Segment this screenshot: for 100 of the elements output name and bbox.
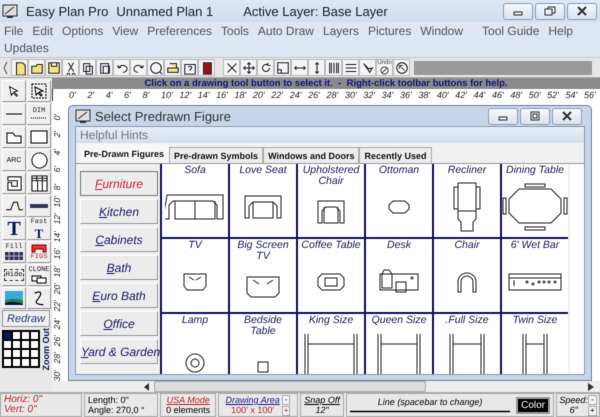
copy-button[interactable] (79, 59, 96, 76)
decrease-button[interactable]: - (282, 394, 290, 404)
close-button[interactable] (567, 2, 597, 20)
line-sample-icon (350, 410, 510, 413)
menu-item[interactable]: Auto Draw (258, 24, 314, 38)
lines-button[interactable] (342, 59, 359, 76)
category-button[interactable]: Bath (80, 255, 158, 280)
menu-item[interactable]: Preferences (147, 24, 212, 38)
rotate-button[interactable] (257, 59, 274, 76)
figure-cell[interactable]: Love Seat (230, 164, 296, 237)
figure-cell[interactable]: Upholstered Chair (298, 164, 364, 237)
figure-cell[interactable]: Lamp (162, 314, 228, 374)
increase-button[interactable]: + (282, 406, 290, 416)
minimize-button[interactable] (488, 108, 518, 124)
category-button[interactable]: Yard & Garden (80, 339, 158, 364)
cabinet-tool[interactable] (27, 172, 51, 194)
vertical-arrow-button[interactable] (308, 59, 325, 76)
helpful-hints-menu[interactable]: Helpful Hints (80, 128, 148, 142)
figure-cell[interactable]: Desk (366, 239, 432, 312)
figure-cell[interactable]: 6' Wet Bar (502, 239, 568, 312)
category-button[interactable]: Cabinets (80, 227, 158, 252)
folder-button[interactable] (28, 59, 45, 76)
decrease-button[interactable]: - (588, 394, 597, 404)
tab[interactable]: Windows and Doors (263, 147, 360, 163)
circle-tool[interactable] (27, 149, 51, 171)
horizontal-arrow-button[interactable] (291, 59, 308, 76)
menu-item[interactable]: Window (420, 24, 464, 38)
figure-cell[interactable]: Coffee Table (298, 239, 364, 312)
color-button[interactable]: Color (516, 396, 550, 414)
increase-button[interactable]: + (588, 406, 597, 416)
menu-item[interactable]: Tool Guide (482, 24, 540, 38)
figure-cell[interactable]: Queen Size (366, 314, 432, 374)
redo-button[interactable] (130, 59, 147, 76)
chevron-icon[interactable] (3, 60, 8, 74)
undo-button[interactable] (113, 59, 130, 76)
polygon-tool[interactable] (2, 126, 26, 148)
scroll-thumb[interactable] (154, 381, 426, 392)
paste-button[interactable] (96, 59, 113, 76)
redraw-button[interactable]: Redraw (2, 310, 50, 327)
figure-cell[interactable]: Bedside Table (230, 314, 296, 374)
select-tool[interactable] (27, 80, 51, 102)
tab[interactable]: Pre-Drawn Figures (79, 144, 170, 163)
spotlight-button[interactable] (359, 59, 376, 76)
category-button[interactable]: Office (80, 311, 158, 336)
step-tool[interactable] (2, 195, 26, 217)
menu-item[interactable]: Layers (322, 24, 359, 38)
category-button[interactable]: Euro Bath (80, 283, 158, 308)
figure-cell[interactable]: Twin Size (502, 314, 568, 374)
cancel-button[interactable] (393, 59, 410, 76)
snap-link[interactable]: Snap Off (304, 395, 340, 405)
delete-button[interactable] (223, 59, 240, 76)
figure-cell[interactable]: .Full Size (434, 314, 500, 374)
zoom-out-label[interactable]: Zoom Out (41, 328, 51, 370)
rectangle-tool[interactable] (27, 126, 51, 148)
save-button[interactable] (45, 59, 62, 76)
help-button[interactable] (181, 59, 198, 76)
menu-item[interactable]: File (4, 24, 24, 38)
figure-cell[interactable]: TV (162, 239, 228, 312)
figure-label: Dining Table (506, 164, 564, 176)
new-file-button[interactable] (11, 59, 28, 76)
tab[interactable]: Recently Used (359, 147, 432, 163)
figure-cell[interactable]: Dining Table (502, 164, 568, 237)
figure-cell[interactable]: Sofa (162, 164, 228, 237)
figure-cell[interactable]: Big Screen TV (230, 239, 296, 312)
drawing-area-link[interactable]: Drawing Area (226, 395, 280, 405)
minimize-button[interactable] (503, 2, 533, 20)
menu-item[interactable]: Help (548, 24, 574, 38)
move-button[interactable] (240, 59, 257, 76)
text-tool[interactable]: T (2, 218, 26, 240)
select-box-button[interactable] (274, 59, 291, 76)
menu-item[interactable]: Options (62, 24, 104, 38)
figure-cell[interactable]: Chair (434, 239, 500, 312)
figure-cell[interactable]: Recliner (434, 164, 500, 237)
pointer-tool[interactable] (2, 80, 26, 102)
line-tool[interactable] (2, 103, 26, 125)
figure-cell[interactable]: King Size (298, 314, 364, 374)
menu-item[interactable]: Updates (4, 40, 49, 54)
wall-tool[interactable] (2, 172, 26, 194)
category-button[interactable]: Kitchen (80, 199, 158, 224)
close-button[interactable] (552, 108, 582, 124)
printer-button[interactable] (164, 59, 181, 76)
maximize-button[interactable] (520, 108, 550, 124)
line-style-panel[interactable]: Line (spacebar to change) Color (346, 393, 554, 417)
menu-item[interactable]: View (112, 24, 138, 38)
zoom-button[interactable] (147, 59, 164, 76)
curve-tool[interactable] (27, 287, 51, 309)
category-button[interactable]: Furniture (80, 171, 158, 196)
picture-tool[interactable] (2, 287, 26, 309)
double-line-tool[interactable] (27, 195, 51, 217)
menu-item[interactable]: Pictures (368, 24, 412, 38)
tab[interactable]: Pre-drawn Symbols (169, 147, 264, 163)
restore-button[interactable] (535, 2, 565, 20)
figure-cell[interactable]: Ottoman (366, 164, 432, 237)
door-button[interactable] (198, 59, 215, 76)
scissors-button[interactable] (62, 59, 79, 76)
menu-item[interactable]: Edit (32, 24, 54, 38)
menu-item[interactable]: Tools (220, 24, 249, 38)
mode-link[interactable]: USA Mode (166, 395, 210, 405)
bars-button[interactable] (325, 59, 342, 76)
zoom-grid[interactable] (2, 330, 40, 368)
